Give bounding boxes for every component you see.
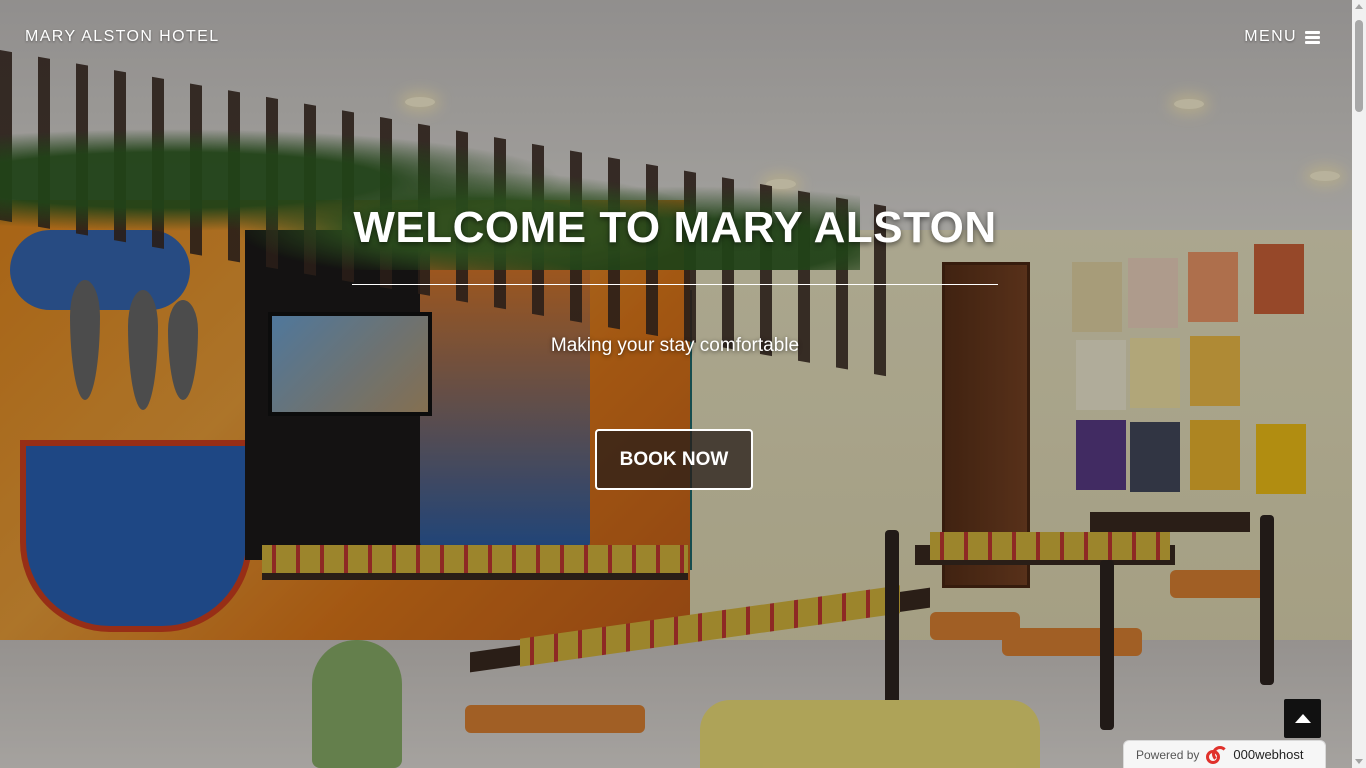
hero-dark-overlay bbox=[0, 0, 1352, 768]
hero-section: WELCOME TO MARY ALSTON Making your stay … bbox=[352, 200, 998, 357]
menu-label: MENU bbox=[1244, 28, 1297, 45]
webhost-logo-icon bbox=[1206, 745, 1229, 764]
caret-up-icon bbox=[1294, 714, 1311, 723]
hero-title: WELCOME TO MARY ALSTON bbox=[353, 203, 997, 252]
webhost-name: 000webhost bbox=[1233, 747, 1304, 762]
powered-by-badge[interactable]: Powered by 000webhost bbox=[1123, 740, 1326, 768]
bars-icon bbox=[1305, 30, 1320, 44]
back-to-top-button[interactable] bbox=[1284, 699, 1321, 738]
hero-divider bbox=[352, 284, 998, 285]
scroll-up-arrow-icon[interactable] bbox=[1355, 4, 1363, 9]
page-scrollbar[interactable] bbox=[1352, 0, 1366, 768]
page: MARY ALSTON HOTEL MENU WELCOME TO MARY A… bbox=[0, 0, 1366, 768]
scroll-down-arrow-icon[interactable] bbox=[1355, 759, 1363, 764]
top-navbar: MARY ALSTON HOTEL MENU bbox=[0, 0, 1352, 74]
brand-link[interactable]: MARY ALSTON HOTEL bbox=[25, 28, 220, 46]
scroll-thumb[interactable] bbox=[1355, 20, 1363, 112]
powered-by-label: Powered by bbox=[1136, 747, 1200, 762]
hero-background-image bbox=[0, 0, 1352, 768]
hero-subtitle: Making your stay comfortable bbox=[550, 335, 800, 356]
menu-toggle-button[interactable]: MENU bbox=[1244, 28, 1320, 46]
book-now-button[interactable]: BOOK NOW bbox=[595, 429, 753, 490]
